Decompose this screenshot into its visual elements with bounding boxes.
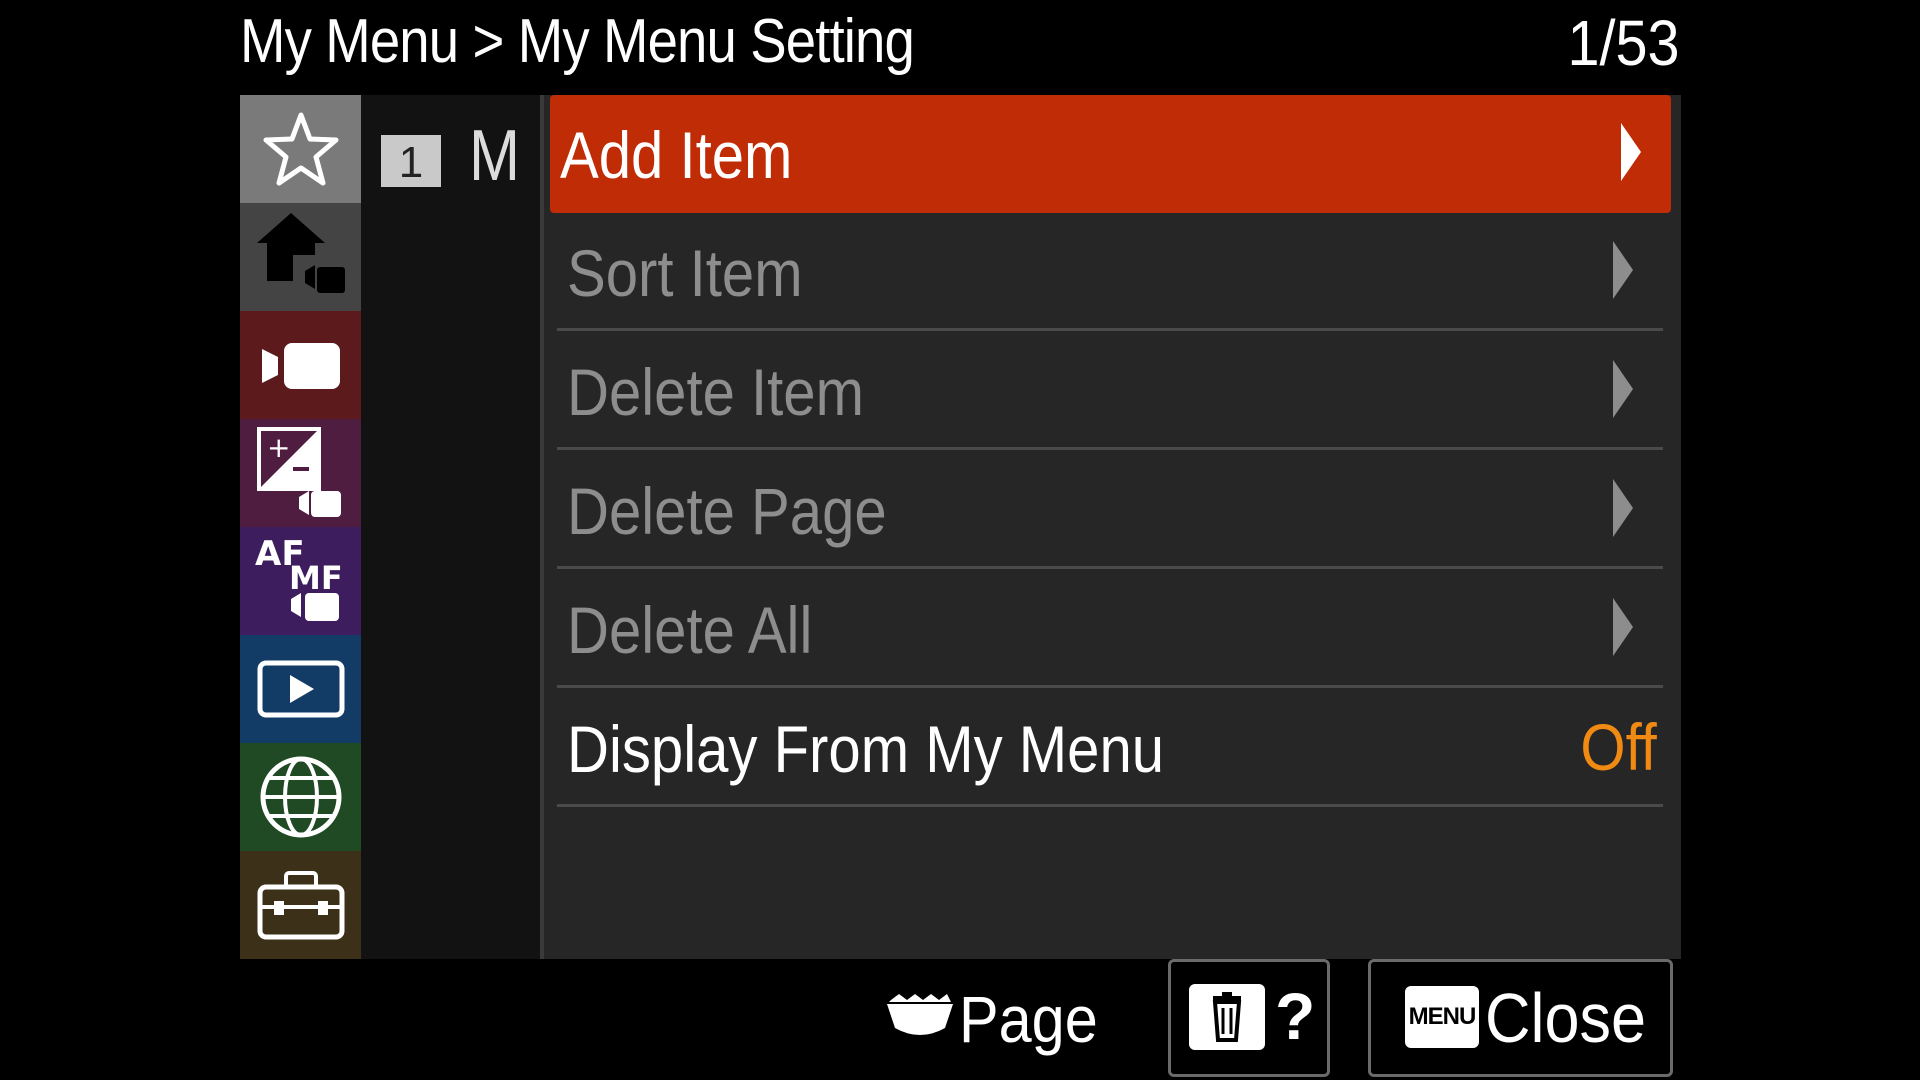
delete-help-button[interactable]: ? bbox=[1168, 959, 1330, 1077]
menu-item-label: Delete All bbox=[567, 593, 813, 667]
header: My Menu > My Menu Setting 1/53 bbox=[240, 0, 1680, 95]
menu-item-delete-all[interactable]: Delete All bbox=[557, 570, 1663, 688]
menu-item-delete-page[interactable]: Delete Page bbox=[557, 451, 1663, 569]
help-label: ? bbox=[1275, 979, 1316, 1053]
footer: Page ? MENU Close bbox=[0, 959, 1920, 1080]
chevron-right-icon bbox=[1621, 123, 1641, 181]
svg-text:+: + bbox=[267, 431, 290, 464]
star-icon bbox=[263, 112, 338, 186]
trash-badge bbox=[1189, 984, 1265, 1050]
toolbox-icon bbox=[257, 871, 344, 940]
category-playback[interactable] bbox=[240, 635, 361, 743]
exposure-icon: + bbox=[256, 427, 341, 517]
row-divider bbox=[557, 566, 1663, 569]
subtab-column: 1 M bbox=[361, 95, 542, 959]
trash-icon bbox=[1212, 992, 1242, 1042]
category-focus[interactable]: AF MF bbox=[240, 527, 361, 635]
close-button[interactable]: MENU Close bbox=[1368, 959, 1673, 1077]
row-divider bbox=[557, 804, 1663, 807]
page-counter: 1/53 bbox=[1567, 7, 1680, 79]
subtab-label: M bbox=[469, 116, 519, 196]
chevron-right-icon bbox=[1613, 479, 1633, 537]
menu-item-value: Off bbox=[1580, 710, 1657, 784]
menu-item-label: Delete Page bbox=[567, 474, 887, 548]
menu-item-add-item[interactable]: Add Item bbox=[550, 95, 1671, 213]
category-my-menu[interactable] bbox=[240, 95, 361, 203]
camera-movie-icon bbox=[261, 343, 340, 389]
row-divider bbox=[557, 685, 1663, 688]
page-hint[interactable]: Page bbox=[885, 979, 1113, 1059]
af-mf-icon: AF MF bbox=[255, 534, 343, 621]
menu-item-label: Sort Item bbox=[567, 236, 803, 310]
category-main[interactable] bbox=[240, 203, 361, 311]
svg-text:MF: MF bbox=[289, 559, 343, 597]
row-divider bbox=[557, 447, 1663, 450]
menu-item-label: Delete Item bbox=[567, 355, 864, 429]
page-title: My Menu > My Menu Setting bbox=[240, 7, 915, 76]
chevron-right-icon bbox=[1613, 360, 1633, 418]
control-wheel-icon bbox=[887, 994, 953, 1035]
category-network[interactable] bbox=[240, 743, 361, 851]
menu-item-label: Add Item bbox=[560, 118, 793, 192]
category-shooting[interactable] bbox=[240, 311, 361, 419]
menu-item-label: Display From My Menu bbox=[567, 712, 1165, 786]
globe-icon bbox=[260, 756, 341, 838]
category-setup[interactable] bbox=[240, 851, 361, 959]
chevron-right-icon bbox=[1613, 598, 1633, 656]
close-label: Close bbox=[1485, 979, 1647, 1057]
playback-icon bbox=[257, 660, 344, 718]
menu-item-delete-item[interactable]: Delete Item bbox=[557, 332, 1663, 450]
row-divider bbox=[557, 328, 1663, 331]
home-camera-icon bbox=[256, 213, 345, 293]
menu-button-icon: MENU bbox=[1405, 986, 1479, 1048]
category-sidebar: + AF MF bbox=[240, 95, 361, 959]
subtab-number[interactable]: 1 bbox=[381, 135, 441, 187]
menu-list: Add Item Sort Item Delete Item Delete Pa… bbox=[544, 95, 1681, 959]
menu-item-display-from-my-menu[interactable]: Display From My Menu Off bbox=[557, 689, 1663, 807]
chevron-right-icon bbox=[1613, 241, 1633, 299]
page-label: Page bbox=[959, 982, 1098, 1056]
menu-item-sort-item[interactable]: Sort Item bbox=[557, 213, 1663, 331]
category-exposure-color[interactable]: + bbox=[240, 419, 361, 527]
